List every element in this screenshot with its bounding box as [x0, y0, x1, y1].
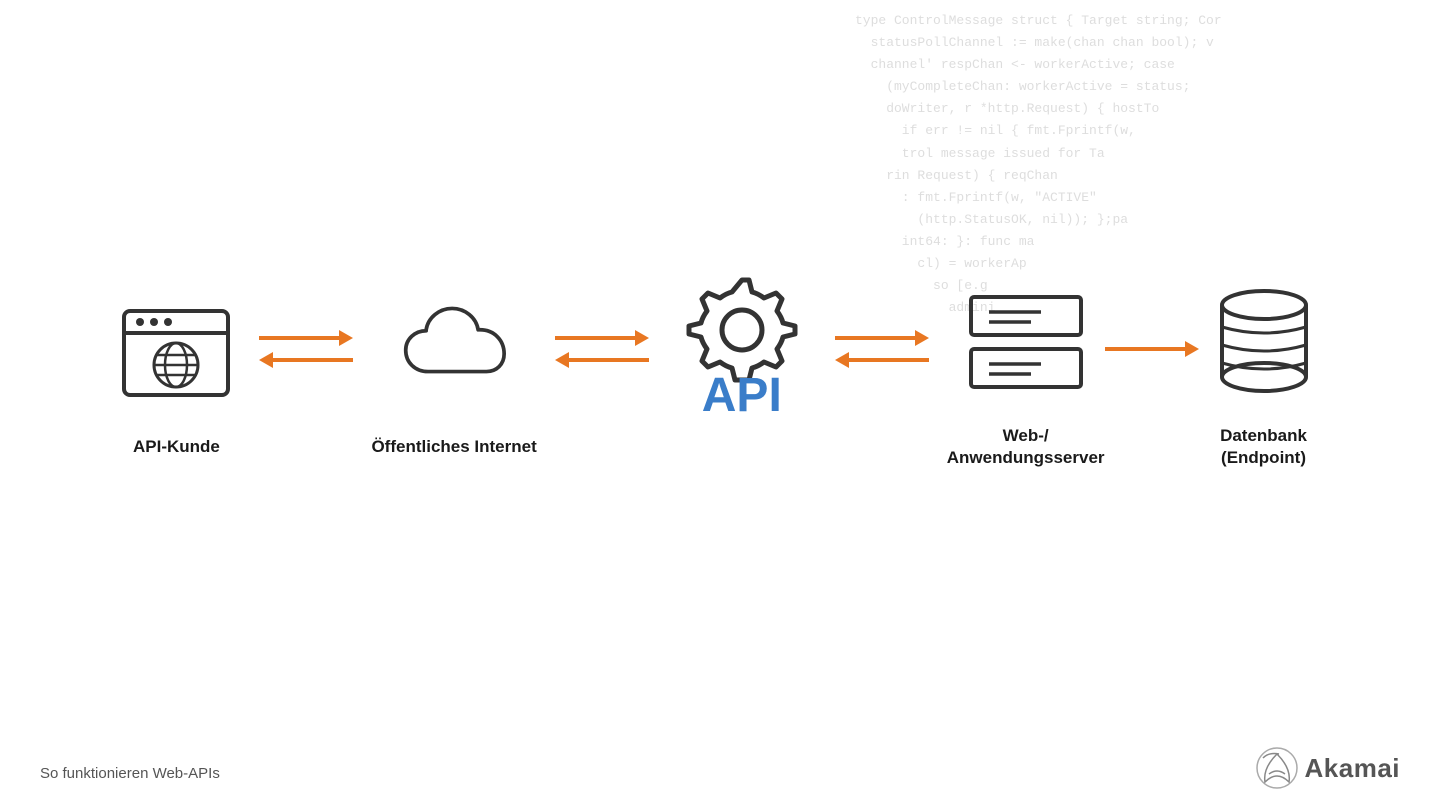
- datenbank-label: Datenbank(Endpoint): [1220, 425, 1307, 469]
- arrow-kunde-internet: [241, 330, 371, 368]
- akamai-logo: Akamai: [1255, 746, 1401, 790]
- diagram-item-api-kunde: API-Kunde: [111, 288, 241, 458]
- akamai-icon: [1255, 746, 1299, 790]
- database-icon: [1199, 277, 1329, 407]
- api-center-label: API: [702, 372, 782, 420]
- diagram-item-api: API: [667, 260, 817, 486]
- akamai-text: Akamai: [1305, 753, 1401, 784]
- webserver-label: Web-/Anwendungsserver: [947, 425, 1105, 469]
- diagram-item-datenbank: Datenbank(Endpoint): [1199, 277, 1329, 469]
- arrow-internet-api: [537, 330, 667, 368]
- arrow-api-webserver: [817, 330, 947, 368]
- browser-icon: [111, 288, 241, 418]
- gear-icon: API: [667, 260, 817, 410]
- diagram-item-webserver: Web-/Anwendungsserver: [947, 277, 1105, 469]
- arrow-webserver-datenbank: [1105, 341, 1199, 357]
- diagram-area: API-Kunde Öffentliches Internet: [0, 260, 1440, 486]
- api-kunde-label: API-Kunde: [133, 436, 220, 458]
- server-icon: [961, 277, 1091, 407]
- diagram-item-internet: Öffentliches Internet: [371, 288, 536, 458]
- footer-left-text: So funktionieren Web-APIs: [40, 765, 220, 782]
- internet-label: Öffentliches Internet: [371, 436, 536, 458]
- cloud-icon: [389, 288, 519, 418]
